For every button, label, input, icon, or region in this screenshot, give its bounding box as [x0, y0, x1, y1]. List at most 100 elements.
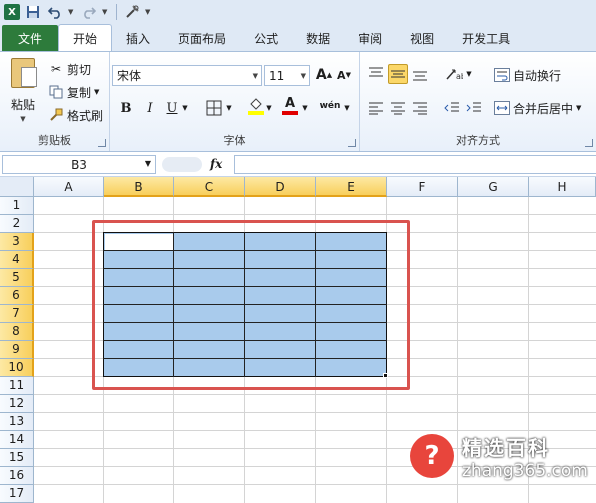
column-header-g[interactable]: G — [458, 177, 529, 197]
column-header-c[interactable]: C — [174, 177, 245, 197]
phonetic-dropdown-icon[interactable]: ▼ — [342, 98, 352, 118]
align-right-button[interactable] — [410, 98, 430, 118]
formula-bar-splitter[interactable] — [162, 157, 202, 172]
shrink-font-glyph: A — [337, 68, 346, 82]
format-painter-label: 格式刷 — [67, 108, 104, 123]
row-header-9[interactable]: 9 — [0, 341, 34, 359]
paste-dropdown-icon[interactable]: ▼ — [20, 115, 25, 123]
row-header-13[interactable]: 13 — [0, 413, 34, 431]
row-header-8[interactable]: 8 — [0, 323, 34, 341]
wrap-text-label: 自动换行 — [513, 68, 562, 83]
align-middle-button[interactable] — [388, 64, 408, 84]
clipboard-launcher-icon[interactable] — [98, 139, 106, 147]
paste-label: 粘贴 — [10, 98, 35, 112]
column-header-d[interactable]: D — [245, 177, 316, 197]
increase-indent-button[interactable] — [464, 98, 484, 118]
align-left-button[interactable] — [366, 98, 386, 118]
tab-developer[interactable]: 开发工具 — [448, 26, 524, 51]
name-box[interactable]: B3 ▼ — [2, 155, 156, 174]
decrease-indent-button[interactable] — [442, 98, 462, 118]
fill-color-dropdown-icon[interactable]: ▼ — [264, 98, 274, 118]
formula-input[interactable] — [234, 155, 596, 174]
tools-icon[interactable] — [123, 3, 141, 21]
alignment-launcher-icon[interactable] — [585, 139, 593, 147]
tab-view[interactable]: 视图 — [396, 26, 448, 51]
chevron-down-icon: ▼ — [300, 72, 306, 80]
phonetic-button[interactable]: wén — [318, 96, 342, 116]
insert-function-icon[interactable]: fx — [210, 157, 222, 171]
redo-icon[interactable] — [80, 3, 98, 21]
copy-button[interactable]: 复制 ▼ — [48, 82, 99, 102]
merge-center-button[interactable]: 合并后居中 ▼ — [494, 98, 581, 118]
row-header-5[interactable]: 5 — [0, 269, 34, 287]
excel-logo: X — [4, 4, 20, 20]
save-icon[interactable] — [24, 3, 42, 21]
merge-dropdown-icon[interactable]: ▼ — [576, 104, 581, 112]
cut-button[interactable]: ✂ 剪切 — [48, 59, 91, 79]
underline-dropdown-icon[interactable]: ▼ — [180, 98, 190, 118]
row-header-4[interactable]: 4 — [0, 251, 34, 269]
tab-insert[interactable]: 插入 — [112, 26, 164, 51]
borders-button[interactable] — [204, 98, 224, 118]
bold-button[interactable]: B — [116, 98, 136, 118]
row-header-11[interactable]: 11 — [0, 377, 34, 395]
orientation-button[interactable]: ab — [444, 64, 464, 84]
tab-formulas[interactable]: 公式 — [240, 26, 292, 51]
tab-file[interactable]: 文件 — [2, 25, 59, 51]
row-header-17[interactable]: 17 — [0, 485, 34, 503]
align-top-button[interactable] — [366, 64, 386, 84]
redo-dropdown-icon[interactable]: ▼ — [102, 8, 110, 16]
font-launcher-icon[interactable] — [348, 139, 356, 147]
orientation-icon: ab — [446, 69, 463, 81]
font-name-select[interactable]: 宋体 ▼ — [112, 65, 262, 86]
highlight-annotation-box — [92, 220, 410, 390]
italic-button[interactable]: I — [140, 98, 160, 118]
paste-button[interactable]: 粘贴 ▼ — [6, 58, 40, 128]
orientation-dropdown-icon[interactable]: ▼ — [464, 64, 474, 84]
font-size-select[interactable]: 11 ▼ — [264, 65, 310, 86]
name-box-dropdown-icon[interactable]: ▼ — [145, 159, 151, 168]
paste-icon — [11, 58, 37, 88]
svg-text:ab: ab — [456, 72, 463, 81]
wrap-text-button[interactable]: 自动换行 — [494, 65, 561, 85]
tab-data[interactable]: 数据 — [292, 26, 344, 51]
grow-font-button[interactable]: A ▲ — [314, 65, 334, 85]
row-header-12[interactable]: 12 — [0, 395, 34, 413]
align-center-button[interactable] — [388, 98, 408, 118]
ribbon-home: 粘贴 ▼ ✂ 剪切 复制 ▼ 格式刷 剪贴板 宋体 ▼ 11 ▼ A ▲ A ▼… — [0, 51, 596, 152]
chevron-down-icon: ▼ — [252, 72, 258, 80]
undo-dropdown-icon[interactable]: ▼ — [68, 8, 76, 16]
copy-label: 复制 — [67, 85, 92, 100]
font-size-value: 11 — [269, 68, 285, 83]
font-color-dropdown-icon[interactable]: ▼ — [300, 98, 310, 118]
format-painter-button[interactable]: 格式刷 — [48, 105, 103, 125]
row-header-16[interactable]: 16 — [0, 467, 34, 485]
row-header-10[interactable]: 10 — [0, 359, 34, 377]
customize-icon[interactable]: ▼ — [145, 8, 153, 16]
row-header-7[interactable]: 7 — [0, 305, 34, 323]
underline-button[interactable]: U — [162, 98, 182, 118]
column-header-a[interactable]: A — [34, 177, 104, 197]
shrink-font-button[interactable]: A ▼ — [334, 65, 354, 85]
row-header-1[interactable]: 1 — [0, 197, 34, 215]
column-header-h[interactable]: H — [529, 177, 596, 197]
align-bottom-button[interactable] — [410, 64, 430, 84]
select-all-corner[interactable] — [0, 177, 34, 197]
column-header-b[interactable]: B — [104, 177, 174, 197]
undo-icon[interactable] — [46, 3, 64, 21]
column-header-f[interactable]: F — [387, 177, 458, 197]
tab-home[interactable]: 开始 — [58, 24, 113, 51]
borders-dropdown-icon[interactable]: ▼ — [224, 98, 234, 118]
font-color-button[interactable]: A — [280, 96, 300, 116]
row-header-2[interactable]: 2 — [0, 215, 34, 233]
row-header-6[interactable]: 6 — [0, 287, 34, 305]
copy-dropdown-icon[interactable]: ▼ — [94, 88, 99, 96]
row-header-15[interactable]: 15 — [0, 449, 34, 467]
column-header-e[interactable]: E — [316, 177, 387, 197]
row-header-14[interactable]: 14 — [0, 431, 34, 449]
tab-review[interactable]: 审阅 — [344, 26, 396, 51]
tab-page-layout[interactable]: 页面布局 — [164, 26, 240, 51]
worksheet-grid[interactable]: A B C D E F G H 1 2 3 4 5 6 7 8 9 10 11 … — [0, 177, 596, 503]
row-header-3[interactable]: 3 — [0, 233, 34, 251]
fill-color-button[interactable] — [246, 96, 266, 116]
